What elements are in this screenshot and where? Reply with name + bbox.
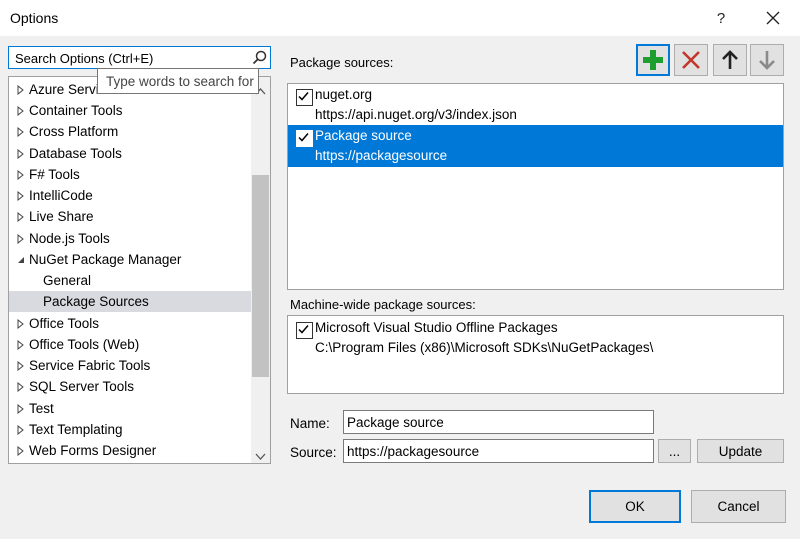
browse-button[interactable]: ...	[658, 439, 691, 463]
move-up-button[interactable]	[713, 44, 747, 76]
tree-item-intellicode[interactable]: IntelliCode	[9, 185, 250, 206]
search-tooltip: Type words to search for	[97, 68, 259, 94]
checkmark-icon	[298, 92, 309, 101]
remove-source-button[interactable]	[674, 44, 708, 76]
search-input[interactable]: Search Options (Ctrl+E)	[8, 46, 271, 69]
tree-item-service-fabric-tools[interactable]: Service Fabric Tools	[9, 355, 250, 376]
tree-item-database-tools[interactable]: Database Tools	[9, 143, 250, 164]
options-tree[interactable]: Azure Servi Container Tools Cross Platfo…	[8, 76, 271, 464]
tree-item-sql-server-tools[interactable]: SQL Server Tools	[9, 376, 250, 397]
collapse-arrow-icon[interactable]	[15, 254, 27, 266]
tree-item-office-tools-web[interactable]: Office Tools (Web)	[9, 334, 250, 355]
expand-arrow-icon[interactable]	[15, 424, 27, 436]
machine-wide-list[interactable]: Microsoft Visual Studio Offline Packages…	[287, 315, 784, 394]
search-icon[interactable]	[252, 50, 267, 65]
tree-item-label: Package Sources	[43, 294, 149, 309]
tree-item-package-sources[interactable]: Package Sources	[9, 291, 270, 312]
expand-arrow-icon[interactable]	[15, 148, 27, 160]
remove-icon	[682, 51, 700, 69]
tree-item-text-templating[interactable]: Text Templating	[9, 419, 250, 440]
expand-arrow-icon[interactable]	[15, 360, 27, 372]
tree-item-label: Node.js Tools	[29, 231, 110, 246]
expand-arrow-icon[interactable]	[15, 381, 27, 393]
arrow-up-icon	[722, 50, 738, 69]
machine-source-name: Microsoft Visual Studio Offline Packages	[315, 320, 558, 335]
tree-item-nodejs-tools[interactable]: Node.js Tools	[9, 228, 250, 249]
update-button[interactable]: Update	[697, 439, 784, 463]
expand-arrow-icon[interactable]	[15, 211, 27, 223]
move-down-button[interactable]	[750, 44, 784, 76]
package-sources-list[interactable]: nuget.org https://api.nuget.org/v3/index…	[287, 83, 784, 290]
window-title: Options	[10, 10, 59, 26]
expand-arrow-icon[interactable]	[15, 339, 27, 351]
source-checkbox[interactable]	[296, 130, 313, 147]
tree-item-label: SQL Server Tools	[29, 379, 135, 394]
name-field[interactable]: Package source	[343, 410, 654, 434]
list-item[interactable]: Microsoft Visual Studio Offline Packages…	[288, 317, 783, 359]
expand-arrow-icon[interactable]	[15, 445, 27, 457]
machine-source-checkbox[interactable]	[296, 322, 313, 339]
tree-item-nuget-package-manager[interactable]: NuGet Package Manager	[9, 249, 250, 270]
tree-item-fsharp-tools[interactable]: F# Tools	[9, 164, 250, 185]
tree-item-test[interactable]: Test	[9, 398, 250, 419]
close-icon	[766, 11, 780, 25]
tree-item-label: General	[43, 273, 92, 288]
expand-arrow-icon[interactable]	[15, 84, 27, 96]
expand-arrow-icon[interactable]	[15, 169, 27, 181]
expand-arrow-icon[interactable]	[15, 105, 27, 117]
package-sources-label: Package sources:	[290, 55, 394, 70]
source-name: nuget.org	[315, 87, 373, 102]
source-url: https://packagesource	[315, 148, 448, 163]
add-icon	[643, 50, 663, 70]
tree-item-label: Office Tools	[29, 316, 100, 331]
source-field[interactable]: https://packagesource	[343, 439, 654, 463]
help-button[interactable]: ?	[698, 3, 744, 33]
source-checkbox[interactable]	[296, 89, 313, 106]
tree-item-label: Container Tools	[29, 103, 123, 118]
checkmark-icon	[298, 325, 309, 334]
tree-item-web-forms-designer[interactable]: Web Forms Designer	[9, 440, 250, 461]
tree-item-label: Live Share	[29, 209, 94, 224]
expand-arrow-icon[interactable]	[15, 403, 27, 415]
tree-item-label: Database Tools	[29, 146, 122, 161]
tree-item-label: Test	[29, 401, 54, 416]
tree-item-label: Text Templating	[29, 422, 123, 437]
scroll-down-icon[interactable]	[255, 449, 266, 460]
tree-scrollbar-thumb[interactable]	[252, 175, 269, 377]
add-source-button[interactable]	[636, 44, 670, 76]
arrow-down-icon	[759, 51, 775, 70]
expand-arrow-icon[interactable]	[15, 233, 27, 245]
source-url: https://api.nuget.org/v3/index.json	[315, 107, 517, 122]
tree-item-label: Azure Servi	[29, 82, 99, 97]
cancel-button[interactable]: Cancel	[691, 490, 786, 523]
expand-arrow-icon[interactable]	[15, 318, 27, 330]
title-bar: Options ?	[0, 0, 800, 36]
tree-item-label: F# Tools	[29, 167, 80, 182]
source-label: Source:	[290, 445, 337, 460]
tree-item-container-tools[interactable]: Container Tools	[9, 100, 250, 121]
tree-item-label: Service Fabric Tools	[29, 358, 151, 373]
tree-item-general[interactable]: General	[9, 270, 270, 291]
close-button[interactable]	[750, 3, 796, 33]
search-input-text: Search Options (Ctrl+E)	[15, 51, 154, 66]
tree-item-label: IntelliCode	[29, 188, 93, 203]
expand-arrow-icon[interactable]	[15, 126, 27, 138]
tree-item-label: Office Tools (Web)	[29, 337, 140, 352]
ok-button[interactable]: OK	[589, 490, 681, 523]
expand-arrow-icon[interactable]	[15, 190, 27, 202]
tree-item-label: NuGet Package Manager	[29, 252, 182, 267]
name-label: Name:	[290, 416, 330, 431]
tree-item-label: Web Forms Designer	[29, 443, 157, 458]
machine-source-path: C:\Program Files (x86)\Microsoft SDKs\Nu…	[315, 340, 654, 355]
list-item[interactable]: nuget.org https://api.nuget.org/v3/index…	[288, 84, 783, 126]
tree-item-label: Cross Platform	[29, 124, 119, 139]
tree-item-live-share[interactable]: Live Share	[9, 206, 250, 227]
tree-item-office-tools[interactable]: Office Tools	[9, 313, 250, 334]
checkmark-icon	[298, 133, 309, 142]
tree-item-cross-platform[interactable]: Cross Platform	[9, 121, 250, 142]
source-name: Package source	[315, 128, 412, 143]
list-item-selected[interactable]: Package source https://packagesource	[288, 125, 783, 167]
machine-wide-label: Machine-wide package sources:	[290, 297, 476, 312]
